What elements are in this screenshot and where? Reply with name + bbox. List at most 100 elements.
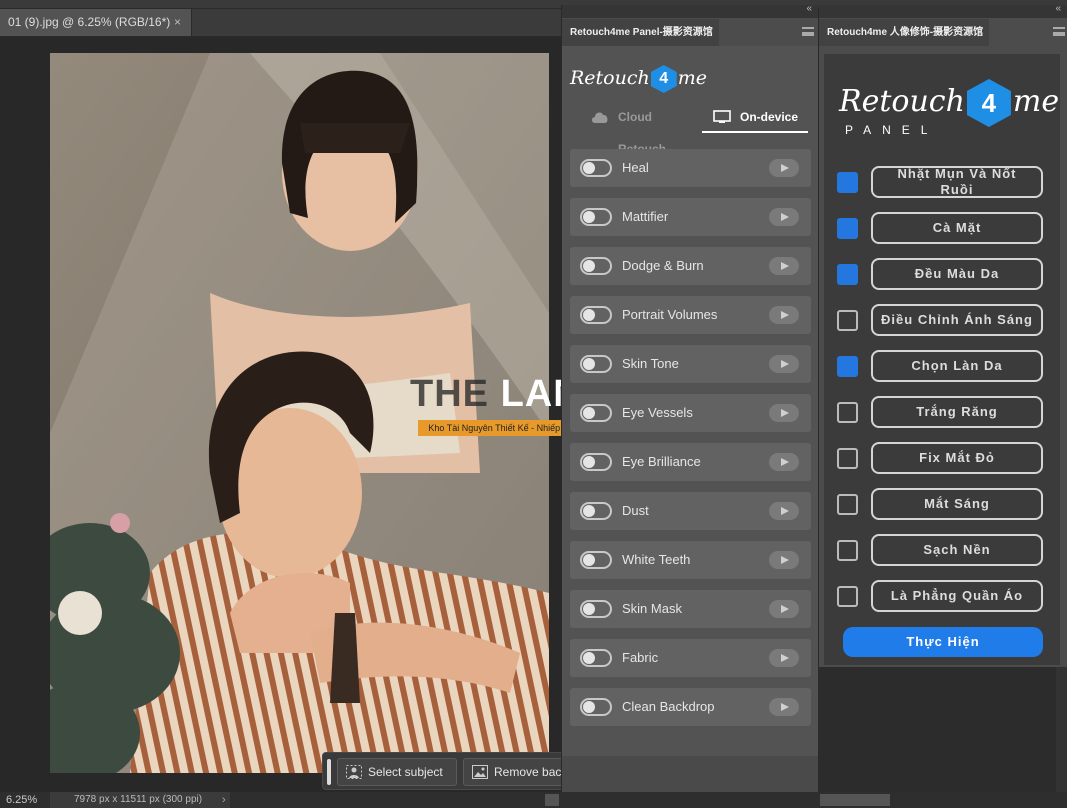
- function-label: Eye Vessels: [622, 405, 693, 420]
- logo-text-left: Retouch: [570, 67, 650, 89]
- option-checkbox[interactable]: [837, 356, 858, 377]
- zoom-level[interactable]: 6.25%: [6, 792, 37, 808]
- function-toggle[interactable]: [580, 306, 612, 324]
- function-toggle[interactable]: [580, 257, 612, 275]
- function-toggle[interactable]: [580, 208, 612, 226]
- chevron-right-icon[interactable]: ›: [222, 792, 226, 808]
- option-button[interactable]: Nhặt Mụn Và Nốt Ruồi: [871, 166, 1043, 198]
- option-button[interactable]: Chọn Làn Da: [871, 350, 1043, 382]
- function-toggle[interactable]: [580, 698, 612, 716]
- logo-text-right: me: [677, 67, 708, 89]
- function-label: White Teeth: [622, 552, 691, 567]
- logo-panel-text: PANEL: [845, 123, 939, 137]
- menu-icon[interactable]: [1053, 27, 1065, 36]
- play-icon[interactable]: [769, 306, 799, 324]
- option-row: Mắt Sáng: [837, 488, 1047, 520]
- option-checkbox[interactable]: [837, 264, 858, 285]
- option-row: Là Phẳng Quần Áo: [837, 580, 1047, 612]
- function-toggle[interactable]: [580, 551, 612, 569]
- monitor-icon: [713, 110, 731, 123]
- retouch4me-logo: Retouch me: [570, 60, 710, 96]
- function-row: Heal: [570, 149, 811, 187]
- function-label: Portrait Volumes: [622, 307, 718, 322]
- play-icon[interactable]: [769, 551, 799, 569]
- vertical-scrollbar[interactable]: [1056, 667, 1067, 792]
- function-row: Eye Brilliance: [570, 443, 811, 481]
- watermark-the: THE: [410, 373, 489, 415]
- option-checkbox[interactable]: [837, 218, 858, 239]
- function-row: Clean Backdrop: [570, 688, 811, 726]
- logo-hex-icon: [966, 79, 1011, 127]
- option-button[interactable]: Trắng Răng: [871, 396, 1043, 428]
- option-row: Sạch Nền: [837, 534, 1047, 566]
- option-checkbox[interactable]: [837, 540, 858, 561]
- function-toggle[interactable]: [580, 649, 612, 667]
- run-button[interactable]: Thực Hiện: [843, 627, 1043, 657]
- option-row: Cà Mặt: [837, 212, 1047, 244]
- function-label: Eye Brilliance: [622, 454, 701, 469]
- option-checkbox[interactable]: [837, 586, 858, 607]
- option-checkbox[interactable]: [837, 448, 858, 469]
- function-toggle[interactable]: [580, 159, 612, 177]
- tab-cloud-retouch[interactable]: Cloud Retouch: [580, 101, 698, 156]
- horizontal-scroll-thumb[interactable]: [545, 794, 559, 806]
- logo-hex-icon: [650, 65, 677, 93]
- play-icon[interactable]: [769, 159, 799, 177]
- option-checkbox[interactable]: [837, 310, 858, 331]
- option-button[interactable]: Mắt Sáng: [871, 488, 1043, 520]
- logo-text-right: me: [1012, 84, 1060, 119]
- play-icon[interactable]: [769, 257, 799, 275]
- menu-icon[interactable]: [802, 27, 814, 36]
- option-button[interactable]: Fix Mắt Đỏ: [871, 442, 1043, 474]
- play-icon[interactable]: [769, 600, 799, 618]
- play-icon[interactable]: [769, 404, 799, 422]
- option-button[interactable]: Đều Màu Da: [871, 258, 1043, 290]
- function-label: Dust: [622, 503, 649, 518]
- document-tab[interactable]: 01 (9).jpg @ 6.25% (RGB/16*) ×: [0, 9, 192, 36]
- option-row: Trắng Răng: [837, 396, 1047, 428]
- option-checkbox[interactable]: [837, 172, 858, 193]
- function-row: Dodge & Burn: [570, 247, 811, 285]
- drag-handle[interactable]: [327, 759, 331, 785]
- mode-tabs: Cloud Retouch On-device: [570, 101, 810, 156]
- retouch4me-panel: « Retouch4me Panel-摄影资源馆 Retouch me Cloud…: [561, 3, 818, 792]
- play-icon[interactable]: [769, 453, 799, 471]
- tab-bar: [192, 9, 562, 36]
- status-bar: 6.25% 7978 px x 11511 px (300 ppi) ›: [0, 792, 1067, 808]
- function-toggle[interactable]: [580, 404, 612, 422]
- option-checkbox[interactable]: [837, 494, 858, 515]
- document-info-text: 7978 px x 11511 px (300 ppi): [74, 794, 203, 805]
- function-row: Dust: [570, 492, 811, 530]
- collapse-icon[interactable]: «: [806, 3, 812, 14]
- play-icon[interactable]: [769, 502, 799, 520]
- function-toggle[interactable]: [580, 600, 612, 618]
- function-label: Mattifier: [622, 209, 669, 224]
- option-row: Đều Màu Da: [837, 258, 1047, 290]
- panel-scroll-thumb[interactable]: [820, 794, 890, 806]
- function-label: Skin Mask: [622, 601, 682, 616]
- function-toggle[interactable]: [580, 355, 612, 373]
- function-row: Skin Mask: [570, 590, 811, 628]
- function-toggle[interactable]: [580, 502, 612, 520]
- option-row: Điều Chỉnh Ánh Sáng: [837, 304, 1047, 336]
- option-button[interactable]: Cà Mặt: [871, 212, 1043, 244]
- document-info[interactable]: 7978 px x 11511 px (300 ppi): [50, 792, 230, 808]
- option-button[interactable]: Sạch Nền: [871, 534, 1043, 566]
- option-button[interactable]: Điều Chỉnh Ánh Sáng: [871, 304, 1043, 336]
- function-toggle[interactable]: [580, 453, 612, 471]
- close-tab-icon[interactable]: ×: [174, 9, 181, 36]
- option-button[interactable]: Là Phẳng Quần Áo: [871, 580, 1043, 612]
- function-row: Skin Tone: [570, 345, 811, 383]
- play-icon[interactable]: [769, 649, 799, 667]
- collapse-icon[interactable]: «: [1055, 3, 1061, 14]
- panel-tab-retouch4me[interactable]: Retouch4me Panel-摄影资源馆: [562, 19, 719, 46]
- option-checkbox[interactable]: [837, 402, 858, 423]
- play-icon[interactable]: [769, 208, 799, 226]
- play-icon[interactable]: [769, 698, 799, 716]
- play-icon[interactable]: [769, 355, 799, 373]
- panel-tab-retouch4me-vn[interactable]: Retouch4me 人像修饰-摄影资源馆: [819, 19, 989, 46]
- tab-on-device[interactable]: On-device: [702, 101, 808, 133]
- select-subject-button[interactable]: Select subject: [337, 758, 457, 786]
- function-row: Portrait Volumes: [570, 296, 811, 334]
- function-label: Fabric: [622, 650, 659, 665]
